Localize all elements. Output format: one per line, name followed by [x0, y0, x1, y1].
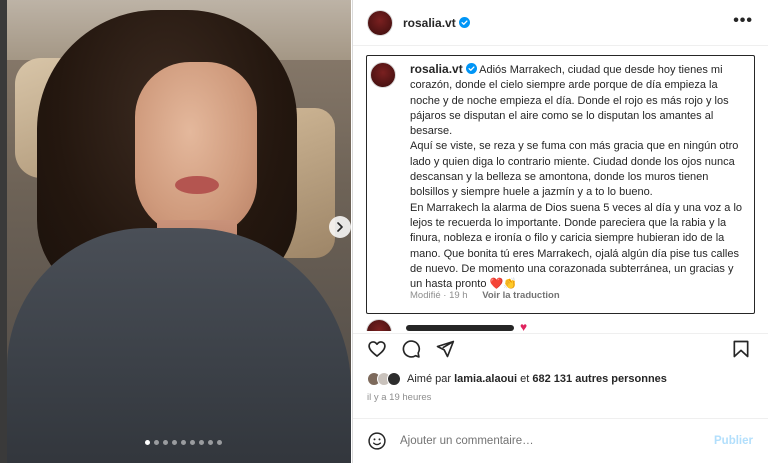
heart-icon[interactable]	[367, 339, 387, 359]
caption-meta: Modifié · 19 h Voir la traduction	[410, 290, 560, 301]
post-side-panel: rosalia.vt ••• rosalia.vt Adiós Marrakec…	[352, 0, 768, 463]
post-comment-button[interactable]: Publier	[714, 435, 753, 447]
liker-avatars	[367, 372, 401, 386]
modified-label: Modifié · 19 h	[410, 290, 468, 301]
carousel-dot	[181, 440, 186, 445]
comment-composer: Ajouter un commentaire… Publier	[353, 418, 768, 463]
comment-icon[interactable]	[401, 339, 421, 359]
avatar	[366, 319, 392, 331]
photo-face	[135, 62, 257, 237]
comment-username-peek	[406, 325, 514, 331]
carousel-dot	[199, 440, 204, 445]
chevron-right-icon	[337, 222, 343, 232]
more-options-icon[interactable]: •••	[733, 12, 753, 30]
verified-badge-icon	[465, 63, 477, 74]
carousel-dot	[172, 440, 177, 445]
photo-shirt	[7, 228, 351, 463]
translate-link[interactable]: Voir la traduction	[482, 290, 559, 301]
bookmark-icon	[733, 340, 749, 358]
carousel-dot	[217, 440, 222, 445]
caption-body: rosalia.vt Adiós Marrakech, ciudad que d…	[410, 62, 748, 292]
avatar[interactable]	[367, 9, 393, 36]
caption-username[interactable]: rosalia.vt	[410, 62, 463, 76]
photo-lips	[175, 176, 219, 194]
avatar	[387, 372, 401, 386]
post-timestamp[interactable]: il y a 19 heures	[367, 392, 431, 403]
post-photo[interactable]	[7, 0, 351, 463]
next-comment-peek: ♥	[366, 319, 566, 331]
bookmark-button[interactable]	[731, 339, 751, 364]
post-header: rosalia.vt •••	[353, 0, 768, 46]
carousel-dot	[154, 440, 159, 445]
carousel-indicator	[145, 440, 222, 445]
caption-text: Adiós Marrakech, ciudad que desde hoy ti…	[410, 64, 743, 291]
carousel-dot	[145, 440, 150, 445]
carousel-dot	[208, 440, 213, 445]
likes-count[interactable]: 682 131 autres personnes	[532, 373, 667, 385]
likes-connector: et	[520, 373, 530, 385]
likes-prefix: Aimé par	[407, 373, 452, 385]
emoji-icon[interactable]	[367, 431, 387, 451]
caption: rosalia.vt Adiós Marrakech, ciudad que d…	[366, 55, 755, 314]
divider	[353, 333, 768, 334]
verified-badge-icon	[458, 17, 470, 28]
next-photo-button[interactable]	[329, 216, 351, 238]
avatar[interactable]	[370, 62, 396, 88]
carousel-dot	[163, 440, 168, 445]
liker-username[interactable]: lamia.alaoui	[454, 373, 517, 385]
comment-input[interactable]: Ajouter un commentaire…	[400, 435, 700, 447]
action-bar	[367, 338, 455, 360]
likes-summary: Aimé par lamia.alaoui et 682 131 autres …	[367, 372, 667, 386]
post-author-username[interactable]: rosalia.vt	[403, 16, 456, 30]
heart-icon: ♥	[520, 320, 528, 331]
window-edge	[0, 0, 7, 463]
carousel-dot	[190, 440, 195, 445]
share-icon[interactable]	[435, 339, 455, 359]
